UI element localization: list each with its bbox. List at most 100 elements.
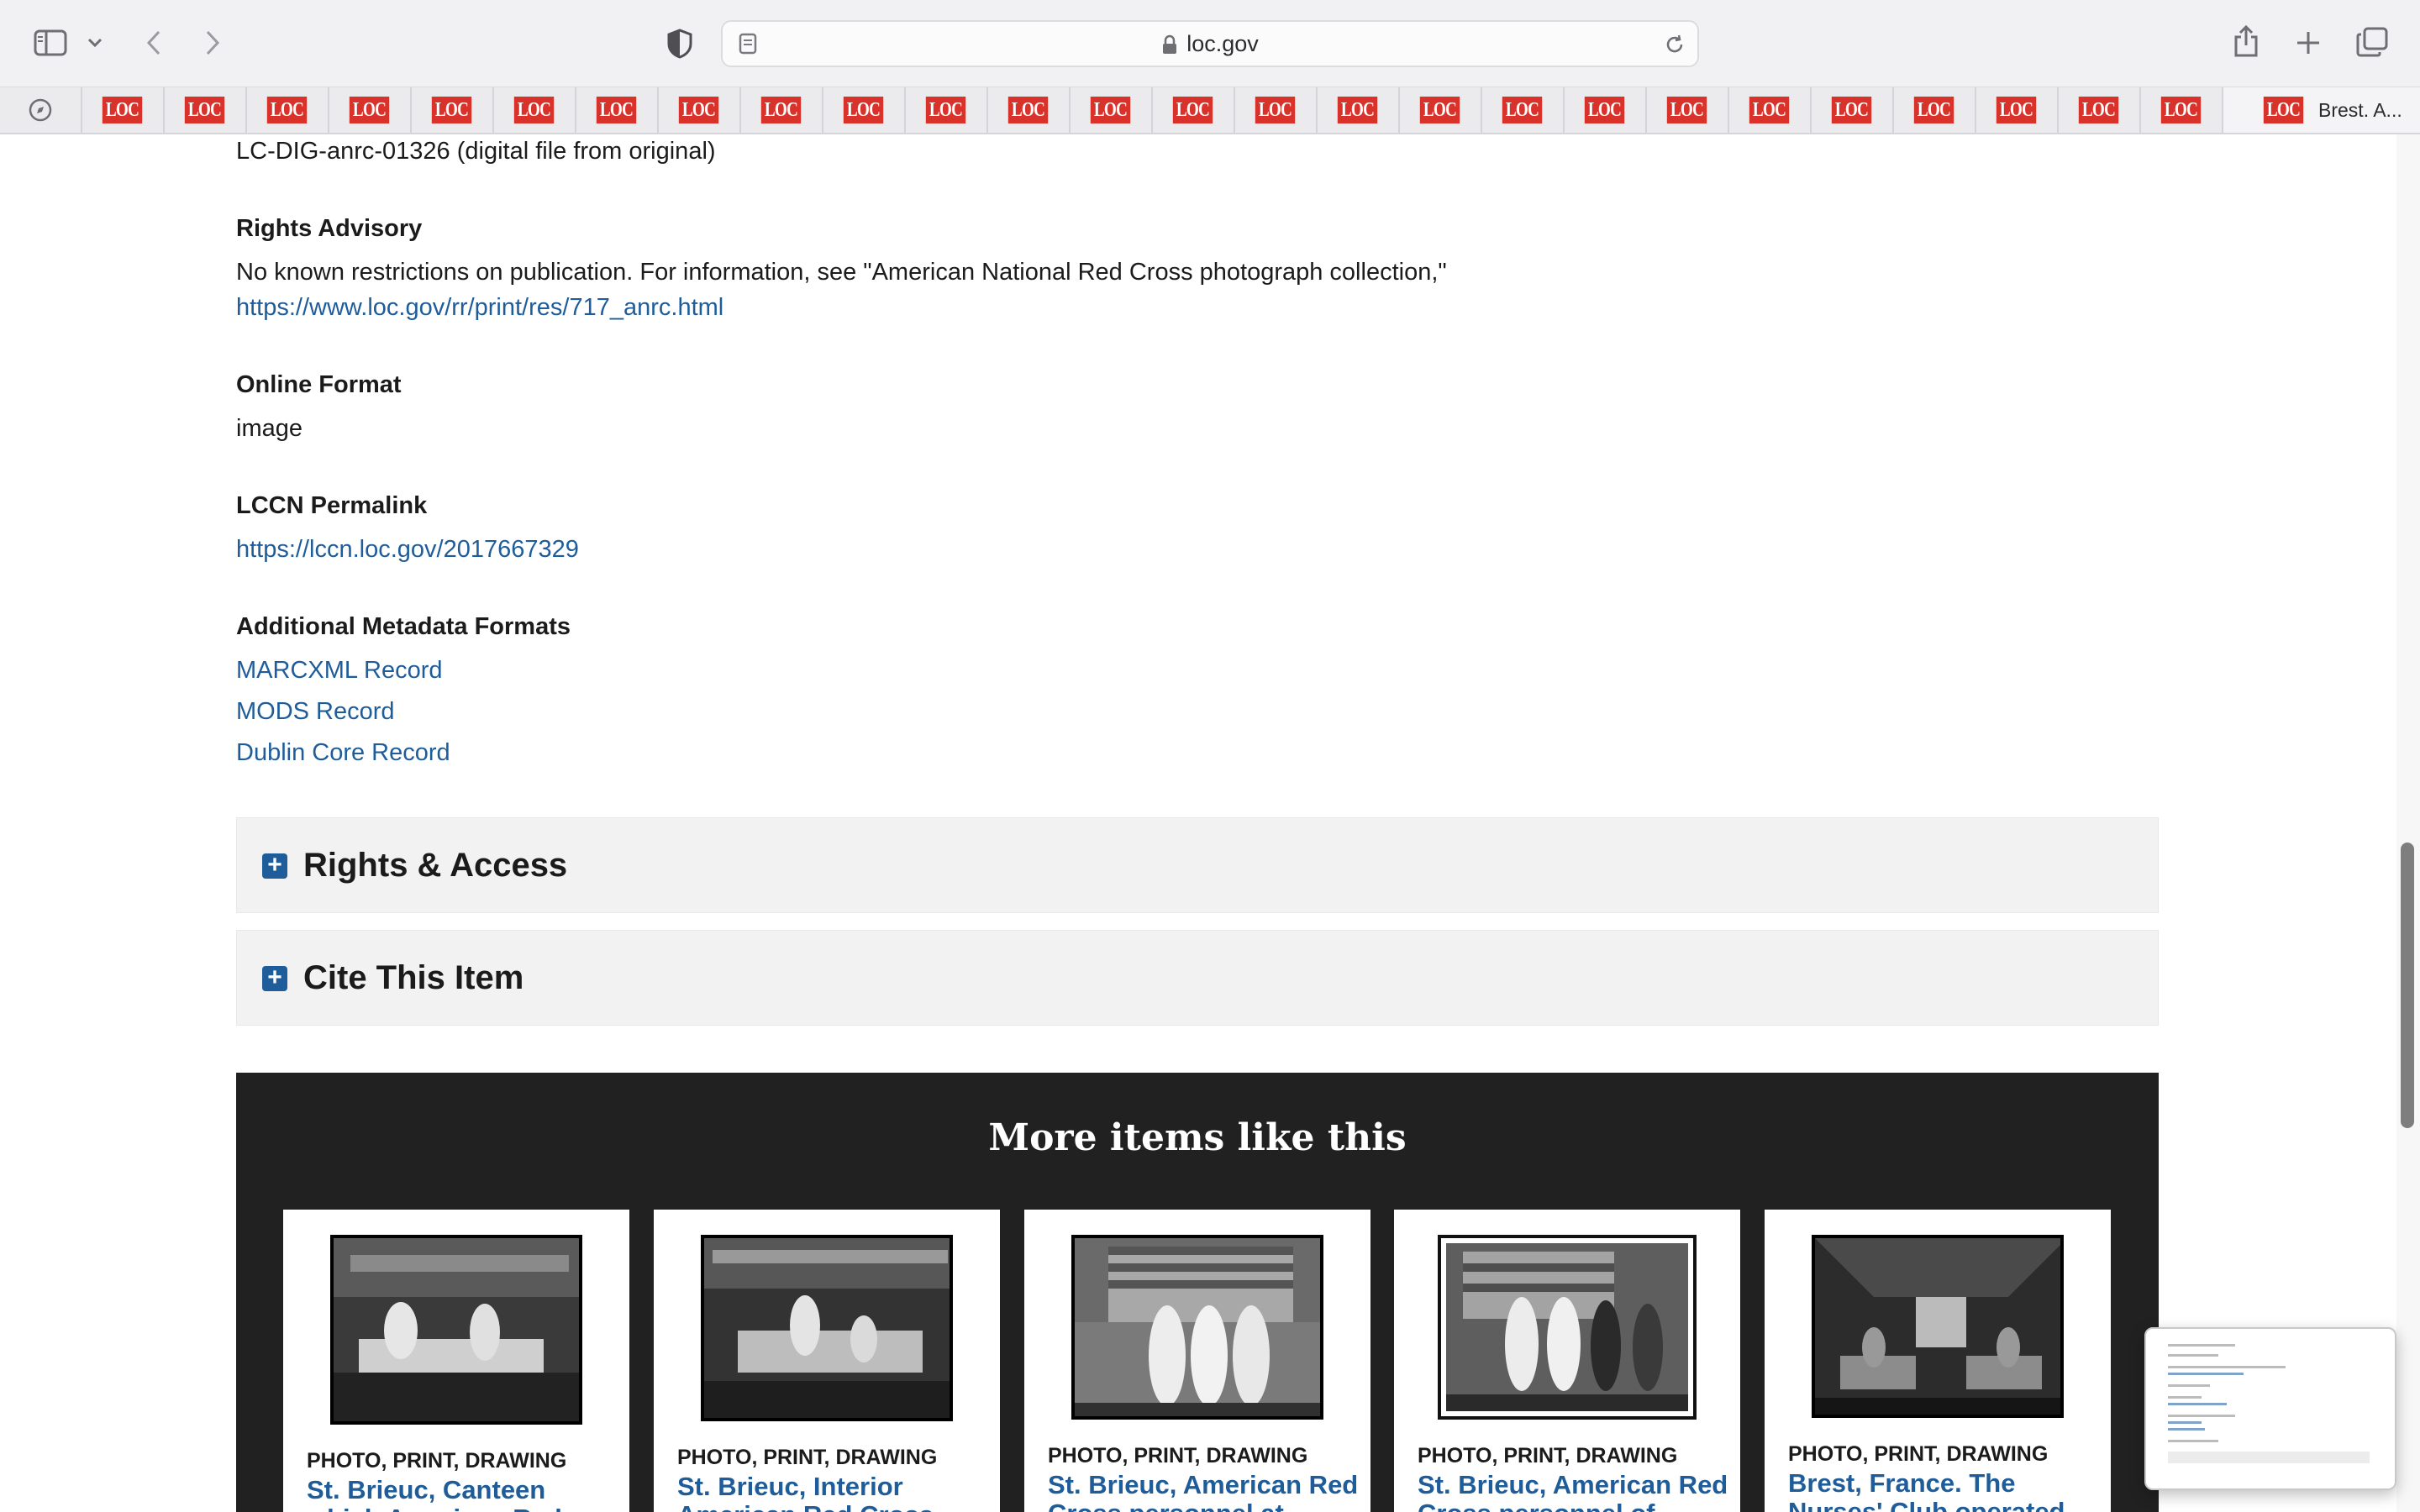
item-thumbnail[interactable] bbox=[1071, 1235, 1323, 1420]
loc-logo-icon: LOC bbox=[926, 97, 966, 123]
expand-plus-icon: + bbox=[262, 965, 287, 991]
rights-advisory-text: No known restrictions on publication. Fo… bbox=[236, 259, 1447, 286]
item-title-link[interactable]: St. Brieuc, American Red Cross personnel… bbox=[1418, 1471, 1728, 1512]
bookmark-loc[interactable]: LOC bbox=[1647, 87, 1729, 133]
bookmark-loc[interactable]: LOC bbox=[988, 87, 1071, 133]
item-thumbnail[interactable] bbox=[701, 1235, 953, 1421]
accordion-title: Cite This Item bbox=[303, 959, 524, 996]
item-thumbnail[interactable] bbox=[1812, 1235, 2064, 1418]
tabs-overview-icon[interactable] bbox=[2354, 25, 2390, 59]
accordion-cite-this-item[interactable]: + Cite This Item bbox=[236, 930, 2159, 1026]
related-item-card[interactable]: PHOTO, PRINT, DRAWING Brest, France. The… bbox=[1765, 1210, 2111, 1512]
bookmark-loc[interactable]: LOC bbox=[2141, 87, 2223, 133]
loc-logo-icon: LOC bbox=[2161, 97, 2202, 123]
bookmark-loc[interactable]: LOC bbox=[1482, 87, 1565, 133]
address-bar[interactable]: loc.gov bbox=[721, 20, 1699, 67]
loc-logo-icon: LOC bbox=[1255, 97, 1296, 123]
expand-plus-icon: + bbox=[262, 853, 287, 879]
loc-logo-icon: LOC bbox=[1420, 97, 1460, 123]
bookmark-loc[interactable]: LOC bbox=[1071, 87, 1153, 133]
forward-icon[interactable] bbox=[198, 27, 227, 59]
online-format-value: image bbox=[236, 415, 302, 442]
loc-logo-icon: LOC bbox=[350, 97, 390, 123]
bookmark-label: Brest. A... bbox=[2318, 98, 2402, 121]
bookmark-loc[interactable]: LOC bbox=[906, 87, 988, 133]
loc-logo-icon: LOC bbox=[185, 97, 225, 123]
bookmark-brest[interactable]: LOC Brest. A... bbox=[2222, 87, 2420, 133]
loc-logo-icon: LOC bbox=[1832, 97, 1872, 123]
bookmark-loc[interactable]: LOC bbox=[659, 87, 741, 133]
online-format-label: Online Format bbox=[236, 371, 402, 398]
item-title-link[interactable]: St. Brieuc, Interior American Red Cross bbox=[677, 1473, 988, 1512]
bookmark-loc[interactable]: LOC bbox=[82, 87, 165, 133]
scrollbar-track[interactable] bbox=[2396, 134, 2420, 1512]
loc-logo-icon: LOC bbox=[1338, 97, 1378, 123]
bookmark-loc[interactable]: LOC bbox=[329, 87, 412, 133]
favorites-bar: LOC Brest. A... LOC LOC LOC LOC LOC LOC LOC LOC… bbox=[0, 87, 2420, 134]
browser-toolbar: loc.gov bbox=[0, 0, 2420, 87]
loc-logo-icon: LOC bbox=[514, 97, 555, 123]
item-title-link[interactable]: Brest, France. The Nurses' Club operated… bbox=[1788, 1469, 2099, 1512]
dublin-core-record-link[interactable]: Dublin Core Record bbox=[236, 739, 450, 767]
bookmark-loc[interactable]: LOC bbox=[823, 87, 906, 133]
metadata-formats-label: Additional Metadata Formats bbox=[236, 613, 571, 640]
bookmark-loc[interactable]: LOC bbox=[1235, 87, 1318, 133]
loc-logo-icon: LOC bbox=[1091, 97, 1131, 123]
related-item-card[interactable]: PHOTO, PRINT, DRAWING St. Brieuc, Cantee… bbox=[283, 1210, 629, 1512]
loc-logo-icon: LOC bbox=[2079, 97, 2119, 123]
item-type: PHOTO, PRINT, DRAWING bbox=[1788, 1442, 2049, 1466]
loc-logo-icon: LOC bbox=[1749, 97, 1790, 123]
bookmark-loc[interactable]: LOC bbox=[576, 87, 659, 133]
bookmark-loc[interactable]: LOC bbox=[247, 87, 329, 133]
item-title-link[interactable]: St. Brieuc, American Red Cross personnel… bbox=[1048, 1471, 1359, 1512]
item-type: PHOTO, PRINT, DRAWING bbox=[1418, 1444, 1678, 1467]
item-title-link[interactable]: St. Brieuc, Canteen which American Red bbox=[307, 1476, 618, 1512]
bookmark-loc[interactable]: LOC bbox=[741, 87, 823, 133]
scrollbar-thumb[interactable] bbox=[2401, 843, 2414, 1128]
item-type: PHOTO, PRINT, DRAWING bbox=[1048, 1444, 1308, 1467]
loc-logo-icon: LOC bbox=[267, 97, 308, 123]
bookmark-loc[interactable]: LOC bbox=[1318, 87, 1400, 133]
lccn-permalink-link[interactable]: https://lccn.loc.gov/2017667329 bbox=[236, 536, 579, 564]
bookmark-loc[interactable]: LOC bbox=[2059, 87, 2141, 133]
related-item-card[interactable]: PHOTO, PRINT, DRAWING St. Brieuc, Americ… bbox=[1024, 1210, 1370, 1512]
accordion-rights-access[interactable]: + Rights & Access bbox=[236, 817, 2159, 913]
bookmark-loc[interactable]: LOC bbox=[165, 87, 247, 133]
item-type: PHOTO, PRINT, DRAWING bbox=[307, 1449, 567, 1473]
loc-logo-icon: LOC bbox=[1008, 97, 1049, 123]
loc-logo-icon: LOC bbox=[597, 97, 637, 123]
plus-icon[interactable] bbox=[2292, 27, 2324, 59]
related-item-card[interactable]: PHOTO, PRINT, DRAWING St. Brieuc, Americ… bbox=[1394, 1210, 1740, 1512]
bookmark-loc[interactable]: LOC bbox=[494, 87, 576, 133]
bookmark-loc[interactable]: LOC bbox=[1976, 87, 2059, 133]
bookmark-loc[interactable]: LOC bbox=[1400, 87, 1482, 133]
loc-logo-icon: LOC bbox=[432, 97, 472, 123]
back-icon[interactable] bbox=[139, 27, 168, 59]
item-thumbnail[interactable] bbox=[330, 1235, 582, 1425]
marcxml-record-link[interactable]: MARCXML Record bbox=[236, 657, 442, 685]
bookmark-loc[interactable]: LOC bbox=[1565, 87, 1647, 133]
compass-icon[interactable] bbox=[0, 87, 82, 133]
chevron-down-icon[interactable] bbox=[84, 32, 106, 54]
loc-logo-icon: LOC bbox=[103, 97, 143, 123]
loc-logo-icon: LOC bbox=[844, 97, 884, 123]
page-preview-thumbnail[interactable] bbox=[2144, 1327, 2396, 1490]
bookmark-loc[interactable]: LOC bbox=[1153, 87, 1235, 133]
share-icon[interactable] bbox=[2230, 24, 2262, 59]
bookmark-loc[interactable]: LOC bbox=[1729, 87, 1812, 133]
more-items-heading: More items like this bbox=[988, 1116, 1407, 1159]
bookmark-loc[interactable]: LOC bbox=[412, 87, 494, 133]
shield-icon[interactable] bbox=[664, 27, 696, 60]
lccn-permalink-label: LCCN Permalink bbox=[236, 492, 428, 519]
sidebar-icon[interactable] bbox=[32, 27, 69, 59]
bookmark-loc[interactable]: LOC bbox=[1894, 87, 1976, 133]
related-item-card[interactable]: PHOTO, PRINT, DRAWING St. Brieuc, Interi… bbox=[654, 1210, 1000, 1512]
url-text: loc.gov bbox=[1186, 31, 1259, 56]
rights-advisory-link[interactable]: https://www.loc.gov/rr/print/res/717_anr… bbox=[236, 294, 723, 322]
reload-icon[interactable] bbox=[1662, 32, 1687, 57]
bookmark-loc[interactable]: LOC bbox=[1812, 87, 1894, 133]
mods-record-link[interactable]: MODS Record bbox=[236, 698, 395, 726]
item-thumbnail[interactable] bbox=[1438, 1235, 1697, 1420]
loc-logo-icon: LOC bbox=[1996, 97, 2037, 123]
loc-logo-icon: LOC bbox=[2263, 97, 2304, 123]
